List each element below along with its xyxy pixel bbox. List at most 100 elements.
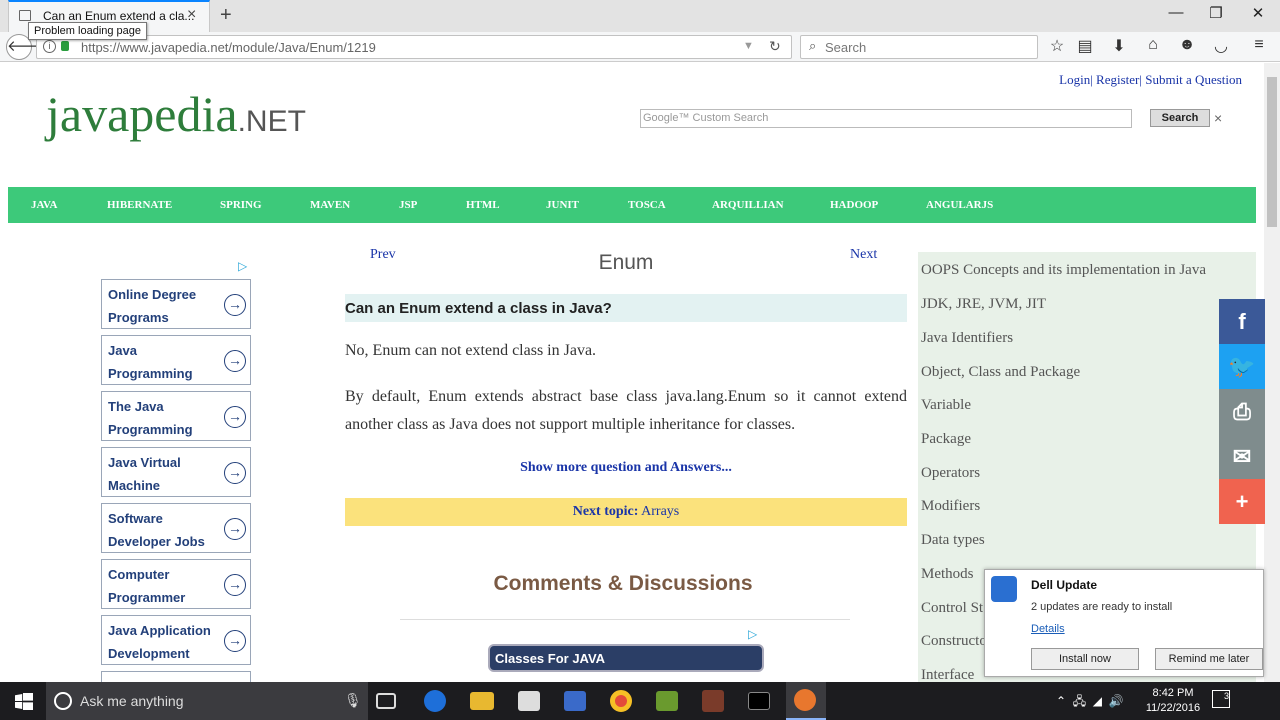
sidebar-item[interactable]: Control St — [921, 600, 983, 617]
info-icon[interactable]: i — [43, 40, 56, 53]
google-search-input[interactable]: Google™ Custom Search — [640, 109, 1132, 128]
install-now-button[interactable]: Install now — [1031, 648, 1139, 670]
clock[interactable]: 8:42 PM 11/22/2016 — [1144, 686, 1202, 716]
ad-button[interactable]: Classes For JAVA — [488, 644, 764, 672]
plus-icon[interactable]: + — [1219, 479, 1265, 524]
menu-item-junit[interactable]: JUNIT — [546, 199, 579, 211]
url-bar[interactable]: i https://www.javapedia.net/module/Java/… — [36, 35, 792, 59]
twitter-icon[interactable]: 🐦 — [1219, 344, 1265, 389]
sidebar-item[interactable]: Modifiers — [921, 498, 980, 515]
menu-item-java[interactable]: JAVA — [31, 199, 58, 211]
menu-item-arquillian[interactable]: ARQUILLIAN — [712, 199, 784, 211]
dropdown-icon[interactable]: ▼ — [743, 40, 754, 52]
ad-item[interactable]: Java Programming → — [101, 335, 251, 385]
ad-item[interactable]: The Java Programming → — [101, 391, 251, 441]
toast-message: 2 updates are ready to install — [1031, 601, 1173, 613]
edge-icon[interactable] — [424, 690, 446, 712]
details-link[interactable]: Details — [1031, 623, 1065, 635]
ad-item[interactable]: Java Virtual Machine → — [101, 447, 251, 497]
sidebar-item[interactable]: Data types — [921, 532, 985, 549]
new-tab-icon[interactable]: + — [220, 4, 232, 27]
chrome-icon[interactable] — [610, 690, 632, 712]
sidebar-item[interactable]: Java Identifiers — [921, 330, 1013, 347]
menu-item-hadoop[interactable]: HADOOP — [830, 199, 878, 211]
sidebar-item[interactable]: Interface — [921, 667, 974, 682]
bookmark-star-icon[interactable]: ☆ — [1046, 36, 1068, 56]
next-topic-link[interactable]: Arrays — [641, 504, 679, 519]
minimize-icon[interactable]: — — [1156, 4, 1196, 21]
sidebar-item[interactable]: Methods — [921, 566, 974, 583]
ad-item-partial[interactable] — [101, 671, 251, 682]
close-window-icon[interactable]: ✕ — [1238, 4, 1278, 22]
tab-title: Can an Enum extend a cla... — [43, 9, 195, 23]
pocket-icon[interactable]: ◡ — [1210, 36, 1232, 56]
top-links[interactable]: Login| Register| Submit a Question — [1059, 72, 1242, 88]
reading-list-icon[interactable]: ▤ — [1074, 36, 1096, 56]
scrollbar-thumb[interactable] — [1267, 77, 1277, 227]
page-title: Enum — [598, 251, 654, 274]
menu-icon[interactable]: ≡ — [1248, 36, 1270, 54]
firefox-taskbar-item[interactable] — [786, 682, 826, 720]
search-icon: ⌕ — [809, 38, 817, 53]
sidebar-item[interactable]: Operators — [921, 465, 980, 482]
notification-center-icon[interactable]: 3 — [1212, 690, 1230, 708]
menu-item-angularjs[interactable]: ANGULARJS — [926, 199, 993, 211]
cortana-icon — [54, 692, 72, 710]
download-icon[interactable]: ⬇ — [1108, 36, 1130, 56]
sidebar-item[interactable]: Constructo — [921, 633, 987, 650]
email-icon[interactable]: ✉ — [1219, 434, 1265, 479]
ad-item[interactable]: Java Application Development → — [101, 615, 251, 665]
ad-item[interactable]: Computer Programmer → — [101, 559, 251, 609]
remind-later-button[interactable]: Remind me later — [1155, 648, 1263, 670]
ad-item[interactable]: Online Degree Programs → — [101, 279, 251, 329]
next-topic-bar: Next topic: Arrays — [345, 498, 907, 526]
sidebar-item[interactable]: Object, Class and Package — [921, 364, 1080, 381]
question-text: Can an Enum extend a class in Java? — [345, 300, 612, 317]
home-icon[interactable]: ⌂ — [1142, 36, 1164, 54]
clear-search-icon[interactable]: × — [1214, 110, 1222, 126]
menu-item-maven[interactable]: MAVEN — [310, 199, 350, 211]
maximize-icon[interactable]: ❐ — [1196, 4, 1236, 22]
adchoices-icon[interactable]: ▷ — [748, 627, 757, 641]
sidebar-item[interactable]: Variable — [921, 397, 971, 414]
date: 11/22/2016 — [1145, 702, 1201, 714]
task-view-icon[interactable] — [376, 693, 396, 709]
menu-item-spring[interactable]: SPRING — [220, 199, 262, 211]
microphone-icon[interactable]: 🎙 — [344, 692, 362, 709]
browser-search-input[interactable]: ⌕ Search — [800, 35, 1038, 59]
search-button[interactable]: Search — [1150, 109, 1210, 127]
reload-icon[interactable]: ↻ — [769, 38, 781, 55]
store-icon[interactable] — [518, 691, 540, 711]
close-tab-icon[interactable]: × — [187, 6, 196, 24]
menu-item-hibernate[interactable]: HIBERNATE — [107, 199, 172, 211]
page-scrollbar[interactable] — [1264, 63, 1280, 682]
page-icon — [19, 10, 31, 21]
system-tray-icons[interactable]: ⌃ 🖧 ◢ 🔊 — [1056, 692, 1124, 713]
next-link[interactable]: Next — [850, 247, 877, 263]
toast-title: Dell Update — [1031, 578, 1098, 592]
site-logo[interactable]: javapedia.NET — [46, 85, 306, 143]
cmd-icon[interactable] — [748, 692, 770, 710]
divider — [400, 619, 850, 620]
ad-item[interactable]: Software Developer Jobs → — [101, 503, 251, 553]
chat-icon[interactable]: ☻ — [1176, 36, 1198, 54]
menu-item-html[interactable]: HTML — [466, 199, 500, 211]
menu-item-jsp[interactable]: JSP — [399, 199, 417, 211]
google-search-placeholder: Google™ Custom Search — [643, 112, 769, 124]
start-button[interactable] — [0, 682, 46, 720]
sidebar-item[interactable]: OOPS Concepts and its implementation in … — [921, 262, 1206, 279]
facebook-icon[interactable]: f — [1219, 299, 1265, 344]
cortana-search[interactable]: Ask me anything 🎙 — [46, 682, 368, 720]
show-more-link[interactable]: Show more question and Answers... — [345, 460, 907, 476]
arrow-right-icon: → — [224, 630, 246, 652]
app-icon[interactable] — [702, 690, 724, 712]
sidebar-item[interactable]: JDK, JRE, JVM, JIT — [921, 296, 1046, 313]
adchoices-icon[interactable]: ▷ — [238, 259, 247, 273]
app-icon[interactable] — [656, 691, 678, 711]
file-explorer-icon[interactable] — [470, 692, 494, 710]
sidebar-item[interactable]: Package — [921, 431, 971, 448]
answer-text: No, Enum can not extend class in Java. — [345, 342, 597, 359]
app-icon[interactable] — [564, 691, 586, 711]
print-icon[interactable]: ⎙ — [1219, 389, 1265, 434]
menu-item-tosca[interactable]: TOSCA — [628, 199, 666, 211]
